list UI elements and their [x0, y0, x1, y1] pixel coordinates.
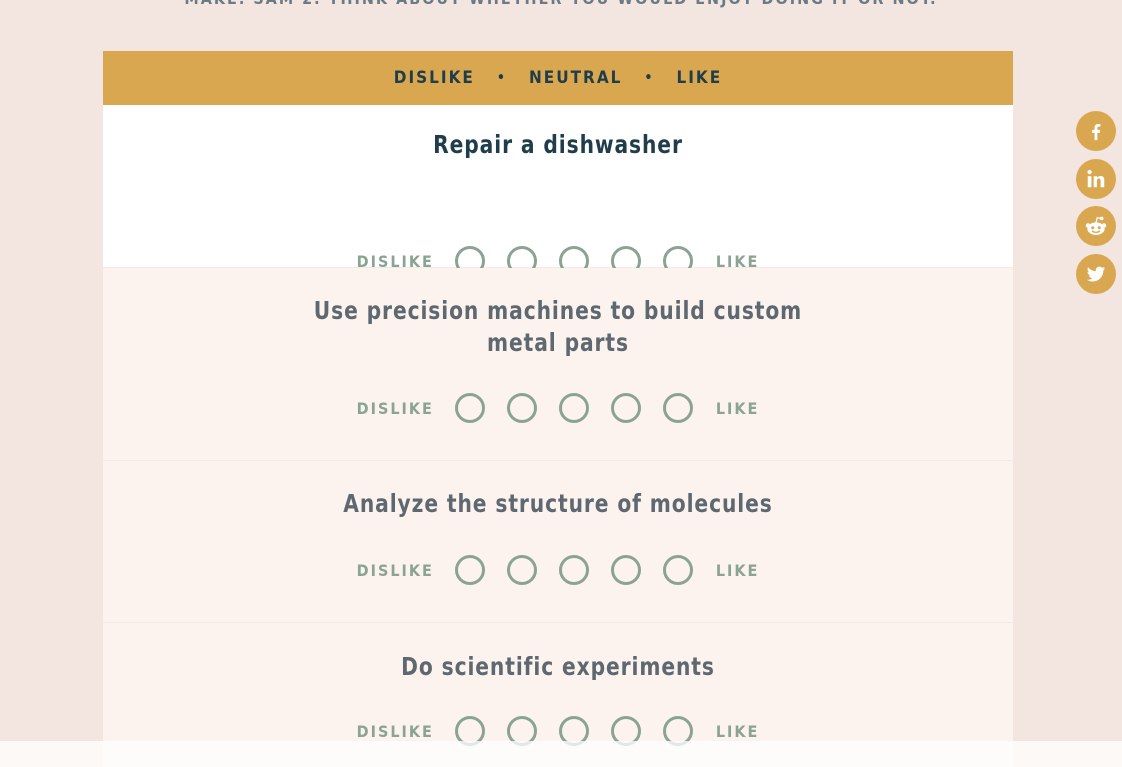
rating-option-2[interactable]: [506, 393, 537, 423]
linkedin-icon: [1087, 170, 1105, 188]
share-reddit-button[interactable]: [1076, 206, 1116, 246]
rating-like-label: LIKE: [715, 398, 760, 418]
share-facebook-button[interactable]: [1076, 111, 1116, 151]
scale-separator: •: [496, 70, 507, 86]
rating-row: DISLIKE LIKE: [103, 550, 1013, 590]
scale-like-label: LIKE: [676, 68, 723, 88]
rating-dislike-label: DISLIKE: [356, 721, 434, 741]
rating-option-1[interactable]: [454, 555, 485, 585]
rating-option-3[interactable]: [558, 555, 589, 585]
question-item: Use precision machines to build custom m…: [103, 268, 1013, 461]
question-title: Use precision machines to build custom m…: [313, 296, 803, 357]
rating-option-3[interactable]: [558, 393, 589, 423]
question-item: Repair a dishwasher DISLIKE LIKE: [103, 105, 1013, 276]
rating-row: DISLIKE LIKE: [103, 388, 1013, 428]
rating-dislike-label: DISLIKE: [356, 560, 434, 580]
scale-separator: •: [644, 70, 655, 86]
instructions-text: MAKE. SAM 2. THINK ABOUT WHETHER YOU WOU…: [0, 0, 1122, 8]
rating-option-4[interactable]: [610, 393, 641, 423]
reddit-icon: [1085, 216, 1107, 235]
scale-neutral-label: NEUTRAL: [528, 68, 623, 88]
rating-option-4[interactable]: [610, 555, 641, 585]
question-title: Repair a dishwasher: [433, 130, 683, 159]
scale-header: DISLIKE • NEUTRAL • LIKE: [103, 51, 1013, 105]
rating-like-label: LIKE: [715, 560, 760, 580]
rating-option-1[interactable]: [454, 393, 485, 423]
question-title: Do scientific experiments: [401, 652, 715, 681]
scale-dislike-label: DISLIKE: [393, 68, 475, 88]
rating-dislike-label: DISLIKE: [356, 398, 434, 418]
facebook-icon: [1092, 123, 1101, 141]
bottom-overlay-bar: [0, 741, 1122, 767]
twitter-icon: [1086, 266, 1106, 282]
share-twitter-button[interactable]: [1076, 254, 1116, 294]
rating-option-5[interactable]: [662, 555, 693, 585]
question-item: Analyze the structure of molecules DISLI…: [103, 461, 1013, 623]
interest-survey: DISLIKE • NEUTRAL • LIKE Repair a dishwa…: [103, 51, 1013, 767]
rating-option-2[interactable]: [506, 555, 537, 585]
rating-like-label: LIKE: [715, 721, 760, 741]
question-title: Analyze the structure of molecules: [343, 489, 773, 518]
share-linkedin-button[interactable]: [1076, 159, 1116, 199]
rating-option-5[interactable]: [662, 393, 693, 423]
